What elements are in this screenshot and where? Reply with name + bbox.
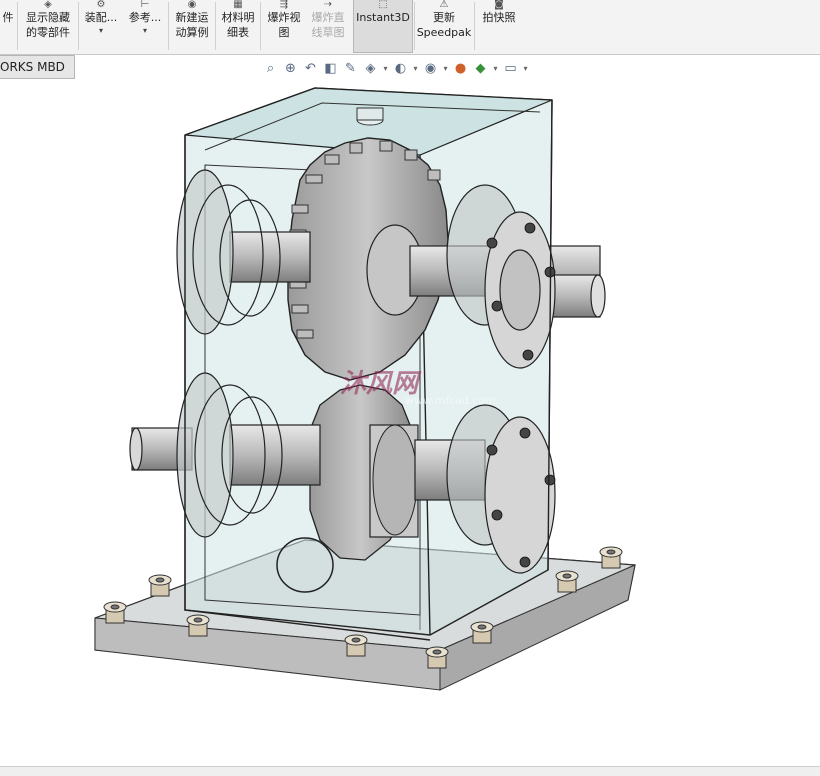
chevron-down-icon[interactable]: ▾	[124, 25, 166, 37]
svg-text:www.mfcad.com: www.mfcad.com	[405, 394, 496, 407]
heads-up-view-toolbar: ⌕ ⊕ ↶ ◧ ✎ ◈ ▾ ◐ ▾ ◉ ▾ ● ◆ ▾ ▭ ▾	[262, 58, 529, 78]
speedpak-icon: ⚠	[439, 0, 449, 10]
chevron-down-icon[interactable]: ▾	[442, 60, 449, 77]
ribbon-divider	[474, 2, 475, 50]
apply-scene-icon[interactable]: ◆	[472, 60, 489, 77]
component-icon	[0, 0, 16, 10]
ribbon-button-show-hide[interactable]: ◈ 显示隐藏 的零部件	[19, 0, 77, 52]
instant3d-icon: ⬚	[378, 0, 388, 10]
reference-icon: ⊢	[140, 0, 150, 10]
dynamic-annotation-icon[interactable]: ✎	[342, 60, 359, 77]
ribbon-button-reference[interactable]: ⊢ 参考... ▾	[124, 0, 166, 52]
previous-view-icon[interactable]: ↶	[302, 60, 319, 77]
section-view-icon[interactable]: ◧	[322, 60, 339, 77]
ribbon-button-component[interactable]: 件	[0, 0, 16, 52]
motion-study-icon: ◉	[187, 0, 197, 10]
chevron-down-icon[interactable]: ▾	[522, 60, 529, 77]
ribbon-button-bom[interactable]: ▦ 材料明 细表	[217, 0, 259, 52]
zoom-area-icon[interactable]: ⊕	[282, 60, 299, 77]
ribbon-divider	[17, 2, 18, 50]
ribbon-button-assembly[interactable]: ⚙ 装配... ▾	[80, 0, 122, 52]
ribbon-divider	[260, 2, 261, 50]
graphics-viewport[interactable]: 沐风网 www.mfcad.com	[0, 80, 820, 766]
ribbon-button-instant3d[interactable]: ⬚ Instant3D	[353, 0, 413, 53]
chevron-down-icon[interactable]: ▾	[80, 25, 122, 37]
command-manager-ribbon: 件 ◈ 显示隐藏 的零部件 ⚙ 装配... ▾ ⊢ 参考... ▾ ◉ 新建运 …	[0, 0, 820, 55]
ribbon-divider	[78, 2, 79, 50]
chevron-down-icon[interactable]: ▾	[492, 60, 499, 77]
ribbon-divider	[414, 2, 415, 50]
bom-icon: ▦	[233, 0, 243, 10]
explode-line-icon: ⇢	[323, 0, 333, 10]
ribbon-button-explode-line[interactable]: ⇢ 爆炸直 线草图	[306, 0, 350, 52]
assembly-icon: ⚙	[96, 0, 106, 10]
ribbon-button-exploded-view[interactable]: ⇶ 爆炸视 图	[262, 0, 306, 52]
ribbon-button-snapshot[interactable]: ◙ 拍快照	[476, 0, 522, 52]
edit-appearance-icon[interactable]: ●	[452, 60, 469, 77]
ribbon-button-motion-study[interactable]: ◉ 新建运 动算例	[170, 0, 214, 52]
snapshot-icon: ◙	[494, 0, 504, 10]
small-gear	[309, 384, 419, 561]
view-orientation-icon[interactable]: ◈	[362, 60, 379, 77]
exploded-view-icon: ⇶	[279, 0, 289, 10]
show-hide-icon: ◈	[44, 0, 52, 10]
ribbon-divider	[215, 2, 216, 50]
chevron-down-icon[interactable]: ▾	[382, 60, 389, 77]
chevron-down-icon[interactable]: ▾	[412, 60, 419, 77]
zoom-to-fit-icon[interactable]: ⌕	[262, 60, 279, 77]
tab-mbd[interactable]: ORKS MBD	[0, 55, 75, 79]
display-style-icon[interactable]: ◐	[392, 60, 409, 77]
ribbon-divider	[168, 2, 169, 50]
ribbon-button-speedpak[interactable]: ⚠ 更新 Speedpak	[416, 0, 472, 52]
view-settings-icon[interactable]: ▭	[502, 60, 519, 77]
hide-show-items-icon[interactable]: ◉	[422, 60, 439, 77]
